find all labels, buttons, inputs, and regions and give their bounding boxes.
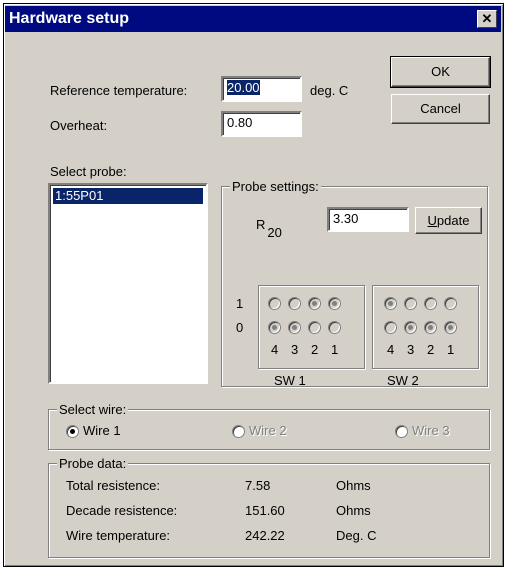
cancel-button[interactable]: Cancel [391,94,490,124]
sw1-row1-bit-4-radio[interactable] [268,297,281,310]
reference-temperature-input[interactable]: 20.00 [221,76,302,102]
reference-temperature-label: Reference temperature: [50,83,188,98]
wire-2-radio [232,425,245,438]
sw2-row1-bit-4-radio[interactable] [384,297,397,310]
sw2-bit-label: 3 [407,342,415,357]
ok-button[interactable]: OK [390,56,491,88]
select-probe-label: Select probe: [50,164,127,179]
overheat-input[interactable]: 0.80 [221,111,302,137]
overheat-label: Overheat: [50,118,108,133]
probe-data-label: Total resistence: [66,478,160,493]
sw1-row1-bit-2-radio[interactable] [308,297,321,310]
close-icon[interactable]: ✕ [477,10,497,28]
sw2-row0-bit-3-radio[interactable] [404,321,417,334]
sw2-bit-label: 1 [447,342,455,357]
row-zero-label: 0 [236,320,244,335]
wire-3-label: Wire 3 [412,423,450,438]
update-label: pdate [436,213,470,228]
sw2-bit-label: 2 [427,342,435,357]
sw1-row0-bit-1-radio[interactable] [328,321,341,334]
sw2-label: SW 2 [387,373,419,388]
probe-list[interactable]: 1:55P01 [48,183,208,384]
probe-data-label: Wire temperature: [66,528,171,543]
r20-input[interactable]: 3.30 [327,207,409,232]
probe-data-unit: Ohms [336,503,371,518]
r-subscript: 20 [267,224,282,240]
sw1-row0-bit-4-radio[interactable] [268,321,281,334]
dialog-title: Hardware setup [9,10,130,27]
sw1-row1-bit-1-radio[interactable] [328,297,341,310]
sw2-row0-bit-4-radio[interactable] [384,321,397,334]
wire-2-label: Wire 2 [249,423,287,438]
probe-list-item[interactable]: 1:55P01 [53,188,203,204]
sw2-row0-bit-1-radio[interactable] [444,321,457,334]
r20-value: 3.30 [333,211,359,226]
wire-3-radio [395,425,408,438]
sw1-row0-bit-2-radio[interactable] [308,321,321,334]
sw2-row1-bit-2-radio[interactable] [424,297,437,310]
sw1-bit-label: 1 [331,342,339,357]
probe-data-value: 7.58 [245,478,271,493]
sw1-row0-bit-3-radio[interactable] [288,321,301,334]
wire-1-label[interactable]: Wire 1 [83,423,121,438]
title-bar[interactable]: Hardware setup ✕ [5,6,501,32]
select-wire-title: Select wire: [57,402,129,417]
sw2-row1-bit-3-radio[interactable] [404,297,417,310]
sw1-bit-label: 4 [271,342,279,357]
sw1-row1-bit-3-radio[interactable] [288,297,301,310]
sw2-row0-bit-2-radio[interactable] [424,321,437,334]
probe-data-value: 151.60 [245,503,285,518]
sw1-label: SW 1 [274,373,306,388]
sw2-bit-label: 4 [387,342,395,357]
update-label-u: U [427,213,437,228]
probe-data-value: 242.22 [245,528,285,543]
row-one-label: 1 [236,296,244,311]
reference-temperature-unit: deg. C [310,83,349,98]
r-symbol: R [256,217,266,232]
sw1-bit-label: 3 [291,342,299,357]
probe-data-title: Probe data: [57,456,129,471]
sw2-row1-bit-1-radio[interactable] [444,297,457,310]
sw1-bit-label: 2 [311,342,319,357]
probe-data-unit: Ohms [336,478,371,493]
probe-data-label: Decade resistence: [66,503,178,518]
overheat-value: 0.80 [227,115,253,130]
r-label: R20 [256,217,282,240]
update-button[interactable]: Update [415,207,482,234]
probe-settings-title: Probe settings: [230,179,321,194]
wire-1-radio[interactable] [66,425,79,438]
probe-data-unit: Deg. C [336,528,377,543]
reference-temperature-value: 20.00 [227,80,260,95]
